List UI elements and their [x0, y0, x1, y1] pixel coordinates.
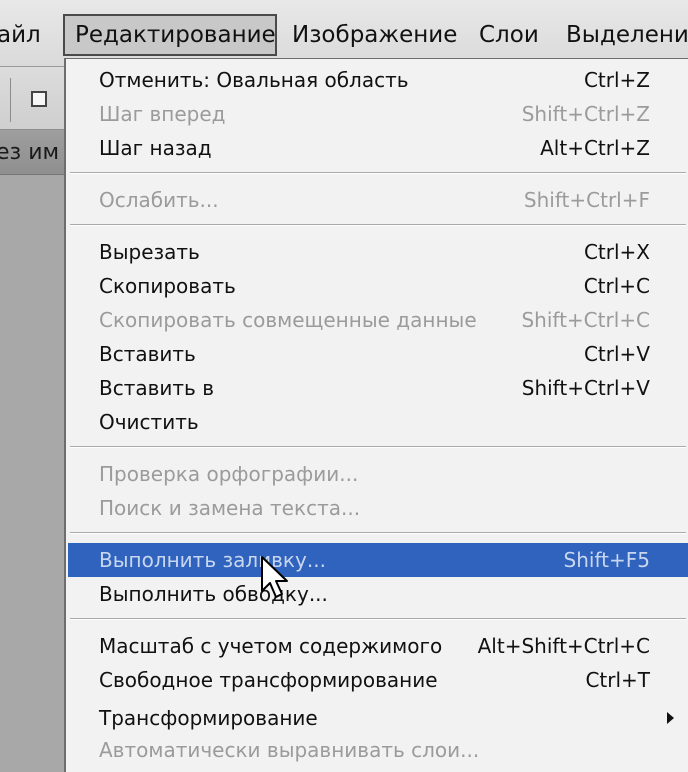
- menu-item-label: Ослабить...: [99, 188, 219, 212]
- menu-item-label: Отменить: Овальная область: [99, 68, 409, 92]
- menu-item-label: Автоматически выравнивать слои...: [99, 738, 480, 762]
- menu-item-undo[interactable]: Отменить: Овальная область Ctrl+Z: [68, 63, 688, 97]
- menu-separator: [70, 446, 686, 448]
- menu-item-shortcut: Ctrl+T: [585, 668, 650, 692]
- menu-item-cut[interactable]: Вырезать Ctrl+X: [68, 235, 688, 269]
- mouse-pointer-icon: [261, 556, 288, 598]
- menu-bar: айл Редактирование Изображение Слои Выде…: [0, 0, 688, 67]
- menu-item-shortcut: Ctrl+C: [583, 274, 650, 298]
- menu-item-shortcut: Shift+Ctrl+V: [521, 376, 650, 400]
- menu-item-label: Выполнить обводку...: [99, 582, 328, 606]
- tool-checkbox[interactable]: [31, 91, 47, 107]
- menu-image[interactable]: Изображение: [292, 14, 457, 56]
- menu-item-label: Шаг назад: [99, 136, 212, 160]
- menu-item-label: Трансформирование: [99, 706, 318, 730]
- menu-item-label: Вырезать: [99, 240, 200, 264]
- edit-menu-dropdown: Отменить: Овальная область Ctrl+Z Шаг вп…: [64, 58, 688, 772]
- menu-item-shortcut: Ctrl+X: [583, 240, 650, 264]
- menu-item-shortcut: Ctrl+V: [583, 342, 650, 366]
- menu-item-label: Скопировать: [99, 274, 236, 298]
- menu-item-shortcut: Alt+Shift+Ctrl+C: [477, 634, 650, 658]
- menu-item-label: Свободное трансформирование: [99, 668, 438, 692]
- document-tab[interactable]: ез им: [0, 130, 64, 175]
- menu-item-shortcut: Shift+Ctrl+C: [521, 308, 650, 332]
- menu-select[interactable]: Выделение: [566, 14, 688, 56]
- menu-item-copy[interactable]: Скопировать Ctrl+C: [68, 269, 688, 303]
- menu-edit[interactable]: Редактирование: [63, 14, 277, 56]
- document-tab-label: ез им: [0, 140, 60, 165]
- menu-item-content-aware-scale[interactable]: Масштаб с учетом содержимого Alt+Shift+C…: [68, 629, 688, 663]
- menu-item-stroke[interactable]: Выполнить обводку...: [68, 577, 688, 611]
- submenu-arrow-icon: [667, 712, 674, 724]
- options-divider: [10, 78, 11, 122]
- menu-item-label: Поиск и замена текста...: [99, 496, 361, 520]
- menu-item-shortcut: Shift+Ctrl+F: [523, 188, 650, 212]
- menu-separator: [70, 224, 686, 226]
- menu-item-fade[interactable]: Ослабить... Shift+Ctrl+F: [68, 183, 688, 217]
- menu-item-step-forward[interactable]: Шаг вперед Shift+Ctrl+Z: [68, 97, 688, 131]
- menu-item-label: Вставить в: [99, 376, 214, 400]
- menu-item-label: Вставить: [99, 342, 196, 366]
- menu-item-shortcut: Alt+Ctrl+Z: [540, 136, 650, 160]
- menu-separator: [70, 532, 686, 534]
- menu-item-find-replace[interactable]: Поиск и замена текста...: [68, 491, 688, 525]
- menu-separator: [70, 172, 686, 174]
- menu-item-shortcut: Shift+F5: [563, 548, 650, 572]
- menu-item-shortcut: Ctrl+Z: [583, 68, 650, 92]
- menu-item-check-spelling[interactable]: Проверка орфографии...: [68, 457, 688, 491]
- menu-item-shortcut: Shift+Ctrl+Z: [521, 102, 650, 126]
- menu-item-transform[interactable]: Трансформирование: [68, 701, 688, 735]
- menu-file[interactable]: айл: [0, 14, 41, 56]
- menu-item-clear[interactable]: Очистить: [68, 405, 688, 439]
- menu-item-label: Выполнить заливку...: [99, 548, 326, 572]
- menu-item-auto-align-layers[interactable]: Автоматически выравнивать слои...: [68, 733, 688, 767]
- canvas-area: [0, 175, 64, 772]
- menu-item-label: Проверка орфографии...: [99, 462, 359, 486]
- menu-layers[interactable]: Слои: [479, 14, 539, 56]
- menu-item-copy-merged[interactable]: Скопировать совмещенные данные Shift+Ctr…: [68, 303, 688, 337]
- menu-item-free-transform[interactable]: Свободное трансформирование Ctrl+T: [68, 663, 688, 697]
- menu-item-label: Масштаб с учетом содержимого: [99, 634, 443, 658]
- menu-item-paste-into[interactable]: Вставить в Shift+Ctrl+V: [68, 371, 688, 405]
- menu-item-label: Очистить: [99, 410, 199, 434]
- menu-item-step-backward[interactable]: Шаг назад Alt+Ctrl+Z: [68, 131, 688, 165]
- menu-item-label: Шаг вперед: [99, 102, 226, 126]
- menu-item-paste[interactable]: Вставить Ctrl+V: [68, 337, 688, 371]
- menu-item-fill[interactable]: Выполнить заливку... Shift+F5: [68, 543, 688, 577]
- menu-separator: [70, 618, 686, 620]
- menu-item-label: Скопировать совмещенные данные: [99, 308, 477, 332]
